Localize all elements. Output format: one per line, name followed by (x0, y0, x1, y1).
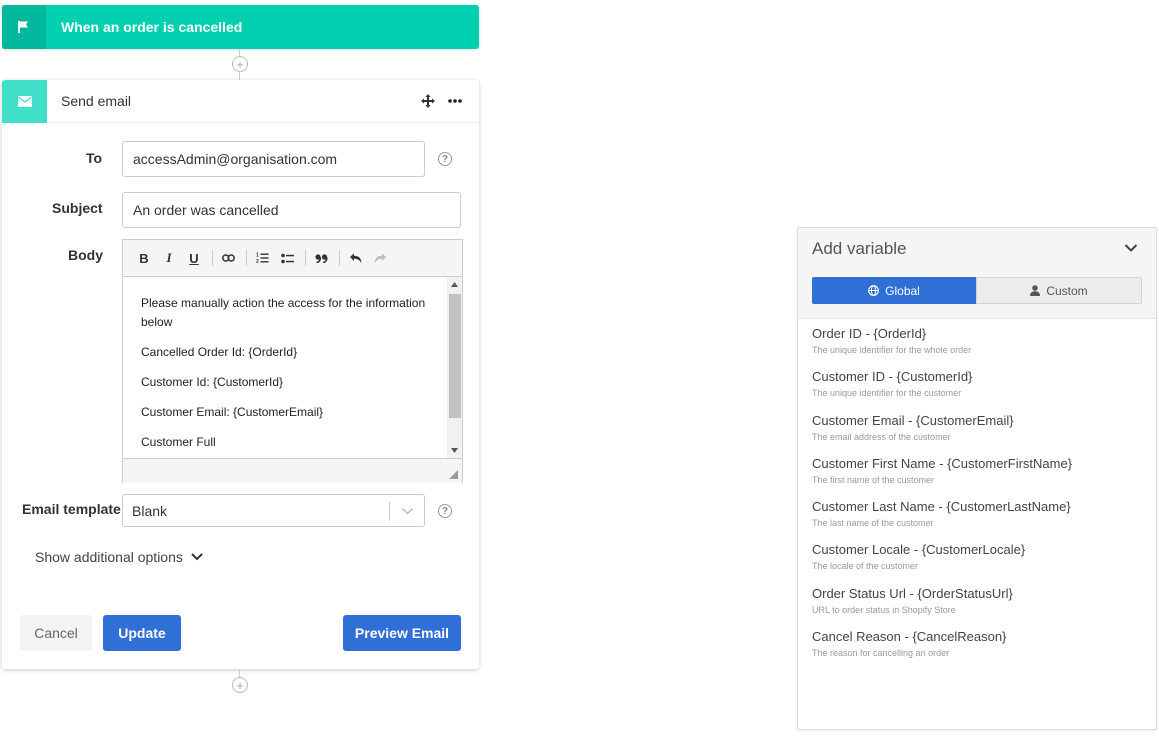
underline-button[interactable]: U (183, 247, 205, 269)
globe-icon (868, 285, 880, 296)
toolbar-divider (246, 250, 247, 266)
subject-field[interactable]: An order was cancelled (122, 192, 461, 228)
action-icon-box (2, 79, 47, 123)
variable-name: Customer Locale - {CustomerLocale} (812, 542, 1026, 558)
trigger-card[interactable]: When an order is cancelled (2, 5, 479, 49)
template-value: Blank (132, 502, 168, 519)
variable-name: Customer First Name - {CustomerFirstName… (812, 455, 1073, 471)
body-editor[interactable]: B I U 12 Please manually action the acce… (122, 239, 463, 483)
envelope-icon (17, 95, 32, 107)
variable-item[interactable]: Order Status Url - {OrderStatusUrl} URL t… (812, 586, 1156, 629)
variable-description: The locale of the customer (812, 561, 919, 572)
add-step-plus-icon[interactable]: + (232, 677, 248, 693)
variable-name: Cancel Reason - {CancelReason} (812, 629, 1007, 645)
chevron-down-icon (191, 553, 203, 561)
ordered-list-icon[interactable]: 12 (251, 247, 273, 269)
svg-text:2: 2 (256, 259, 259, 264)
italic-button[interactable]: I (158, 247, 180, 269)
body-line: Customer Email: {CustomerEmail} (141, 405, 324, 419)
to-field[interactable]: accessAdmin@organisation.com (122, 141, 425, 177)
variable-name: Order Status Url - {OrderStatusUrl} (812, 585, 1013, 601)
update-button[interactable]: Update (103, 615, 181, 651)
link-icon[interactable] (217, 247, 239, 269)
tab-global-label: Global (885, 283, 920, 298)
variable-item[interactable]: Customer Locale - {CustomerLocale} The lo… (812, 542, 1156, 585)
variable-description: The unique identifier for the whole orde… (812, 345, 972, 355)
template-label: Email template (22, 501, 121, 517)
action-title: Send email (61, 93, 132, 109)
undo-icon[interactable] (344, 247, 366, 269)
toolbar-divider (339, 250, 340, 266)
add-variable-panel: Add variable Global Custom Order ID - {O… (797, 227, 1157, 730)
trigger-title: When an order is cancelled (61, 19, 243, 35)
variable-description: The unique identifier for the customer (812, 388, 962, 399)
quote-icon[interactable] (310, 247, 332, 269)
send-email-card: Send email To accessAdmin@organisation.c… (2, 79, 479, 669)
show-more-label: Show additional options (35, 549, 183, 565)
redo-icon[interactable] (369, 247, 391, 269)
more-options-icon[interactable] (445, 91, 465, 111)
editor-body[interactable]: Please manually action the access for th… (123, 277, 462, 458)
resize-handle-icon[interactable] (449, 470, 458, 479)
template-select[interactable]: Blank (122, 494, 425, 527)
tab-custom-label: Custom (1046, 283, 1088, 298)
body-line: Customer Id: {CustomerId} (141, 375, 284, 389)
scroll-thumb[interactable] (449, 294, 461, 418)
to-label: To (86, 150, 103, 166)
variable-name: Order ID - {OrderId} (812, 326, 927, 341)
trigger-icon-box (2, 5, 46, 49)
bold-button[interactable]: B (133, 247, 155, 269)
variable-item[interactable]: Customer ID - {CustomerId} The unique ide… (812, 369, 1156, 412)
cancel-button[interactable]: Cancel (20, 615, 92, 651)
editor-scrollbar[interactable] (447, 277, 462, 458)
variable-list: Order ID - {OrderId} The unique identifie… (798, 319, 1156, 672)
variable-item[interactable]: Customer Email - {CustomerEmail} The emai… (812, 413, 1156, 456)
variable-item[interactable]: Order ID - {OrderId} The unique identifie… (812, 326, 1156, 369)
scroll-up-icon[interactable] (451, 282, 458, 287)
bullet-list-icon[interactable] (276, 247, 298, 269)
flag-icon (18, 21, 28, 33)
tab-global[interactable]: Global (812, 277, 976, 304)
add-step-plus-icon[interactable]: + (232, 56, 248, 72)
editor-content[interactable]: Please manually action the access for th… (123, 277, 462, 452)
toolbar-divider (305, 250, 306, 266)
variable-tabs: Global Custom (812, 277, 1142, 304)
variable-panel-title: Add variable (812, 239, 907, 258)
variable-item[interactable]: Customer First Name - {CustomerFirstName… (812, 456, 1156, 499)
variable-name: Customer Last Name - {CustomerLastName} (812, 499, 1071, 515)
variable-item[interactable]: Cancel Reason - {CancelReason} The reason… (812, 629, 1156, 672)
subject-label: Subject (52, 200, 103, 216)
body-line: Customer Full (141, 435, 216, 449)
variable-description: The reason for cancelling an order (812, 648, 950, 659)
variable-panel-header: Add variable Global Custom (798, 228, 1156, 319)
select-divider (389, 502, 390, 521)
chevron-down-icon[interactable] (1124, 240, 1138, 256)
variable-description: The last name of the customer (812, 518, 934, 529)
scroll-down-icon[interactable] (451, 448, 458, 453)
body-label: Body (68, 247, 103, 263)
variable-description: The email address of the customer (812, 431, 951, 442)
show-additional-options-toggle[interactable]: Show additional options (35, 549, 203, 565)
variable-description: The first name of the customer (812, 474, 935, 485)
svg-text:1: 1 (256, 253, 259, 259)
variable-name: Customer Email - {CustomerEmail} (812, 412, 1014, 428)
tab-custom[interactable]: Custom (976, 277, 1142, 304)
to-help-icon[interactable]: ? (438, 152, 452, 166)
template-help-icon[interactable]: ? (438, 504, 452, 518)
user-icon (1030, 285, 1041, 296)
toolbar-divider (212, 250, 213, 266)
variable-item[interactable]: Customer Last Name - {CustomerLastName} T… (812, 499, 1156, 542)
variable-name: Customer ID - {CustomerId} (812, 369, 973, 385)
move-icon[interactable] (418, 91, 438, 111)
card-header: Send email (2, 79, 479, 123)
editor-toolbar: B I U 12 (123, 240, 462, 277)
body-line: Cancelled Order Id: {OrderId} (141, 345, 298, 359)
chevron-down-icon[interactable] (401, 503, 414, 519)
preview-email-button[interactable]: Preview Email (343, 615, 461, 651)
variable-description: URL to order status in Shopify Store (812, 604, 956, 615)
editor-statusbar (123, 458, 462, 483)
body-line: Please manually action the access for th… (141, 296, 426, 329)
